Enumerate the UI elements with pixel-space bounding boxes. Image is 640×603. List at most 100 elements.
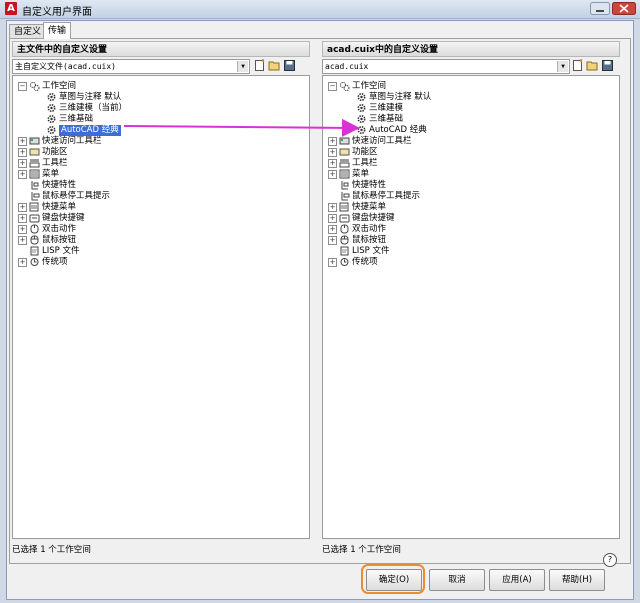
- expand-icon[interactable]: +: [328, 159, 337, 168]
- right-tree-item-label: 键盘快捷键: [352, 213, 395, 223]
- window-title: 自定义用户界面: [22, 7, 92, 18]
- expand-icon[interactable]: +: [328, 258, 337, 267]
- left-tree-item[interactable]: 三维基础: [13, 114, 303, 125]
- expand-icon[interactable]: +: [328, 214, 337, 223]
- ok-button[interactable]: 确定(O): [366, 569, 422, 591]
- right-tree-item[interactable]: + 工具栏: [323, 158, 613, 169]
- right-tree-item[interactable]: + 键盘快捷键: [323, 213, 613, 224]
- menu-icon: [339, 169, 350, 179]
- right-tree-item[interactable]: AutoCAD 经典: [323, 125, 613, 136]
- help-button[interactable]: 帮助(H): [549, 569, 605, 591]
- left-tree-view[interactable]: − 工作空间 草图与注释 默认 三维建模（当前） 三维基础 AutoCAD 经典 + 快速访问…: [12, 75, 310, 539]
- toolbar-icon: [339, 158, 350, 168]
- new-file-icon[interactable]: [253, 59, 266, 72]
- chevron-down-icon[interactable]: ▼: [557, 61, 568, 72]
- cancel-button[interactable]: 取消: [429, 569, 485, 591]
- right-tree-item[interactable]: + 快捷菜单: [323, 202, 613, 213]
- ribbon-icon: [339, 147, 350, 157]
- left-tree-item[interactable]: + 键盘快捷键: [13, 213, 303, 224]
- left-tree-item[interactable]: AutoCAD 经典: [13, 125, 303, 136]
- apply-button[interactable]: 应用(A): [489, 569, 545, 591]
- left-tree-item-label: AutoCAD 经典: [59, 125, 121, 136]
- right-tree-item-label: 三维基础: [369, 114, 404, 124]
- left-tree-item[interactable]: + 功能区: [13, 147, 303, 158]
- left-tree-item-label: 功能区: [42, 147, 68, 157]
- expand-icon[interactable]: +: [18, 225, 27, 234]
- new-file-icon[interactable]: [571, 59, 584, 72]
- right-tree-item[interactable]: 草图与注释 默认: [323, 92, 613, 103]
- open-folder-icon[interactable]: [268, 59, 281, 72]
- left-tree-item[interactable]: + 工具栏: [13, 158, 303, 169]
- right-tree-view[interactable]: − 工作空间 草图与注释 默认 三维建模 三维基础 AutoCAD 经典 + 快速访问工具栏 +…: [322, 75, 620, 539]
- left-file-select-value: 主自定义文件(acad.cuix): [15, 62, 116, 71]
- save-icon[interactable]: [283, 59, 296, 72]
- right-tree-item[interactable]: + 快速访问工具栏: [323, 136, 613, 147]
- left-tree-item[interactable]: 鼠标悬停工具提示: [13, 191, 303, 202]
- collapse-icon[interactable]: −: [328, 82, 337, 91]
- right-tree-item[interactable]: LISP 文件: [323, 246, 613, 257]
- right-tree-item[interactable]: + 菜单: [323, 169, 613, 180]
- left-tree-item[interactable]: 快捷特性: [13, 180, 303, 191]
- open-folder-icon[interactable]: [586, 59, 599, 72]
- left-tree-item[interactable]: 草图与注释 默认: [13, 92, 303, 103]
- right-tree-item-label: 快速访问工具栏: [352, 136, 412, 146]
- expand-icon[interactable]: +: [18, 170, 27, 179]
- left-tree-item[interactable]: + 快速访问工具栏: [13, 136, 303, 147]
- right-tree-item-label: 功能区: [352, 147, 378, 157]
- right-tree-item[interactable]: + 鼠标按钮: [323, 235, 613, 246]
- chevron-down-icon[interactable]: ▼: [237, 61, 248, 72]
- keyboard-shortcut-icon: [339, 213, 350, 223]
- right-tree-item[interactable]: 三维建模: [323, 103, 613, 114]
- left-tree-item[interactable]: + 鼠标按钮: [13, 235, 303, 246]
- left-tree-item[interactable]: − 工作空间: [13, 81, 303, 92]
- minimize-icon[interactable]: [590, 2, 610, 15]
- expand-icon[interactable]: +: [328, 137, 337, 146]
- dialog-body: 自定义 传输 主文件中的自定义设置 主自定义文件(acad.cuix) ▼ − 工…: [6, 20, 634, 600]
- right-file-select[interactable]: acad.cuix ▼: [322, 59, 570, 74]
- right-tree-item[interactable]: − 工作空间: [323, 81, 613, 92]
- right-tree-item-label: 双击动作: [352, 224, 387, 234]
- expand-icon[interactable]: +: [328, 236, 337, 245]
- left-tree-item[interactable]: + 快捷菜单: [13, 202, 303, 213]
- right-tree-item-label: 三维建模: [369, 103, 404, 113]
- expand-icon[interactable]: +: [18, 203, 27, 212]
- right-tree-item-label: 鼠标按钮: [352, 235, 387, 245]
- expand-icon[interactable]: +: [18, 148, 27, 157]
- right-tree-item[interactable]: + 传统项: [323, 257, 613, 268]
- left-file-select[interactable]: 主自定义文件(acad.cuix) ▼: [12, 59, 250, 74]
- expand-icon[interactable]: +: [328, 203, 337, 212]
- quick-properties-icon: [339, 180, 350, 190]
- right-tree-item[interactable]: 鼠标悬停工具提示: [323, 191, 613, 202]
- right-tree-item-label: 工具栏: [352, 158, 378, 168]
- left-panel-header: 主文件中的自定义设置: [12, 41, 310, 57]
- left-tree-item[interactable]: + 双击动作: [13, 224, 303, 235]
- expand-icon[interactable]: +: [18, 214, 27, 223]
- expand-icon[interactable]: +: [18, 258, 27, 267]
- help-icon[interactable]: ?: [603, 553, 617, 567]
- tab-transfer[interactable]: 传输: [43, 22, 72, 39]
- save-icon[interactable]: [601, 59, 614, 72]
- close-icon[interactable]: [612, 2, 636, 15]
- left-tree-item[interactable]: 三维建模（当前）: [13, 103, 303, 114]
- collapse-icon[interactable]: −: [18, 82, 27, 91]
- expand-icon[interactable]: +: [18, 137, 27, 146]
- left-tree-item[interactable]: + 传统项: [13, 257, 303, 268]
- expand-icon[interactable]: +: [18, 159, 27, 168]
- right-tree-item[interactable]: 快捷特性: [323, 180, 613, 191]
- right-tree-item[interactable]: + 双击动作: [323, 224, 613, 235]
- left-status-text: 已选择 1 个工作空间: [12, 545, 91, 555]
- left-tree-item[interactable]: LISP 文件: [13, 246, 303, 257]
- right-panel-header: acad.cuix中的自定义设置: [322, 41, 620, 57]
- left-tree-item[interactable]: + 菜单: [13, 169, 303, 180]
- expand-icon[interactable]: +: [328, 148, 337, 157]
- right-tree-item-label: 传统项: [352, 257, 378, 267]
- tab-customize[interactable]: 自定义: [9, 24, 47, 39]
- right-tree-item[interactable]: + 功能区: [323, 147, 613, 158]
- expand-icon[interactable]: +: [328, 225, 337, 234]
- keyboard-shortcut-icon: [29, 213, 40, 223]
- expand-icon[interactable]: +: [328, 170, 337, 179]
- workspaces-icon: [29, 81, 40, 91]
- expand-icon[interactable]: +: [18, 236, 27, 245]
- right-tree-item[interactable]: 三维基础: [323, 114, 613, 125]
- right-tree-item-label: LISP 文件: [352, 246, 390, 256]
